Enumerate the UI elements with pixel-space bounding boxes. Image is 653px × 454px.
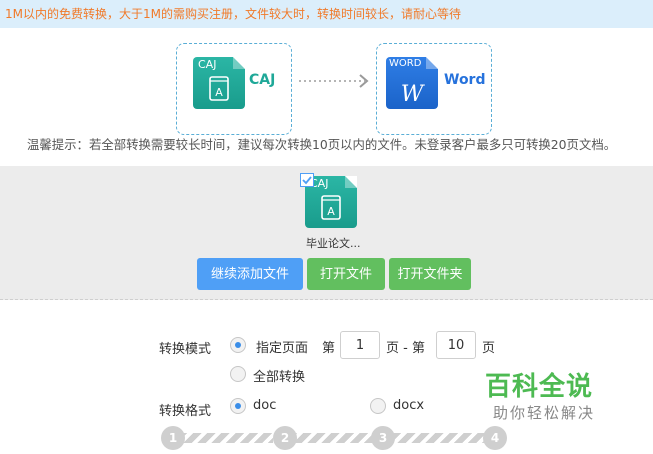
notice-banner: 1M以内的免费转换，大于1M的需购买注册，文件较大时，转换时间较长，请耐心等待 xyxy=(0,0,653,28)
svg-text:A: A xyxy=(215,86,223,99)
step-3: 3 xyxy=(371,426,395,450)
open-folder-button[interactable]: 打开文件夹 xyxy=(389,258,471,290)
mode-all-label[interactable]: 全部转换 xyxy=(253,366,305,385)
target-format-label: Word xyxy=(444,72,486,88)
word-w-icon: W xyxy=(401,82,426,107)
target-format-box: WORD W Word xyxy=(376,43,492,135)
file-checked-icon[interactable] xyxy=(300,173,314,187)
source-format-box: CAJ A CAJ xyxy=(176,43,292,135)
svg-text:A: A xyxy=(327,205,335,218)
step-2: 2 xyxy=(273,426,297,450)
mode-range-radio[interactable] xyxy=(230,337,246,353)
watermark-subtitle: 助你轻松解决 xyxy=(493,404,596,422)
mode-label: 转换模式 xyxy=(159,342,212,357)
page-to-input[interactable] xyxy=(436,331,476,359)
format-docx-label[interactable]: docx xyxy=(393,398,424,413)
watermark-title: 百科全说 xyxy=(485,372,594,402)
source-format-label: CAJ xyxy=(249,72,276,88)
progress-steps: 1 2 3 4 xyxy=(159,426,509,454)
page-suffix-label: 页 xyxy=(482,341,496,356)
format-label: 转换格式 xyxy=(159,404,212,419)
mode-range-label[interactable]: 指定页面 xyxy=(256,337,308,356)
step-4: 4 xyxy=(483,426,507,450)
book-icon: A xyxy=(209,76,229,101)
format-doc-radio[interactable] xyxy=(230,398,246,414)
convert-arrow-icon xyxy=(299,74,369,88)
add-more-files-button[interactable]: 继续添加文件 xyxy=(197,258,303,290)
page-from-input[interactable] xyxy=(340,331,380,359)
svg-text:W: W xyxy=(401,82,426,107)
caj-file-icon: CAJ A xyxy=(193,57,245,109)
mode-all-radio[interactable] xyxy=(230,366,246,382)
open-file-button[interactable]: 打开文件 xyxy=(307,258,385,290)
page-prefix-label: 第 xyxy=(322,341,336,356)
hint-text: 温馨提示：若全部转换需要较长时间，建议每次转换10页以内的文件。未登录客户最多只… xyxy=(27,137,617,152)
step-1: 1 xyxy=(161,426,185,450)
word-file-icon: WORD W xyxy=(386,57,438,109)
uploaded-file-name: 毕业论文... xyxy=(306,237,361,250)
format-docx-radio[interactable] xyxy=(370,398,386,414)
format-doc-label[interactable]: doc xyxy=(253,398,276,413)
page-mid-label: 页 - 第 xyxy=(386,341,425,356)
